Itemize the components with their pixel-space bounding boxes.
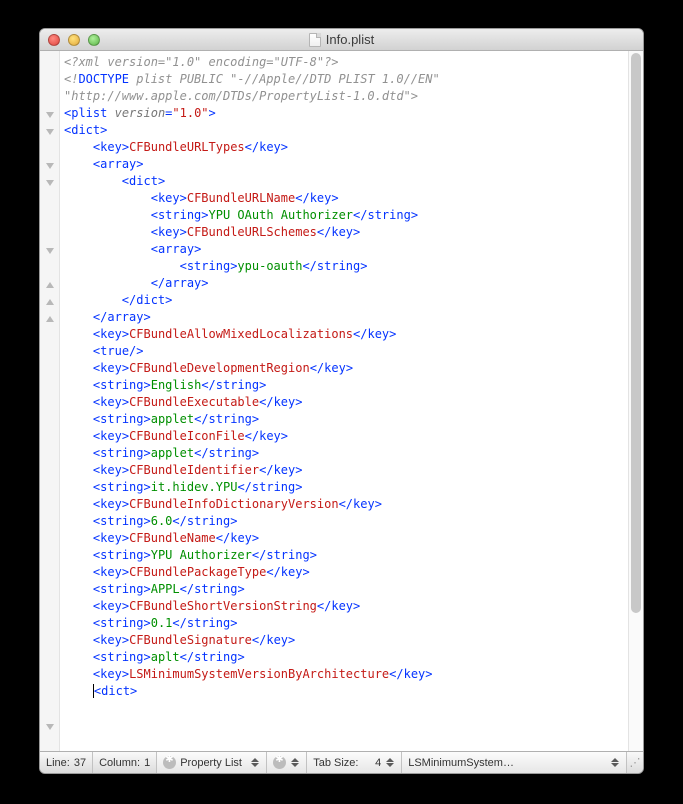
gutter[interactable] (40, 51, 60, 751)
document-icon (309, 33, 321, 47)
traffic-lights (40, 34, 100, 46)
xml-prolog: <?xml version="1.0" encoding="UTF-8"?> (64, 55, 339, 69)
resize-grip[interactable]: ⋰ (627, 752, 643, 773)
fold-icon[interactable] (46, 180, 54, 186)
fold-up-icon[interactable] (46, 316, 54, 322)
zoom-icon[interactable] (88, 34, 100, 46)
vertical-scrollbar[interactable] (628, 51, 643, 751)
symbol-selector[interactable]: LSMinimumSystem… (402, 752, 627, 773)
status-bar: Line: 37 Column: 1 Property List Tab Siz… (40, 751, 643, 773)
close-icon[interactable] (48, 34, 60, 46)
minimize-icon[interactable] (68, 34, 80, 46)
editor-area: <?xml version="1.0" encoding="UTF-8"?> <… (40, 51, 643, 751)
scrollbar-thumb[interactable] (631, 53, 641, 613)
dropdown-arrows-icon (250, 758, 260, 767)
language-selector[interactable]: Property List (157, 752, 267, 773)
tab-size-selector[interactable]: Tab Size: 4 (307, 752, 402, 773)
fold-icon[interactable] (46, 163, 54, 169)
fold-up-icon[interactable] (46, 282, 54, 288)
status-column[interactable]: Column: 1 (93, 752, 157, 773)
status-line[interactable]: Line: 37 (40, 752, 93, 773)
window-title: Info.plist (40, 32, 643, 47)
fold-icon[interactable] (46, 112, 54, 118)
editor-window: Info.plist <?xml version="1.0" encoding (39, 28, 644, 774)
fold-icon[interactable] (46, 724, 54, 730)
dropdown-arrows-icon (610, 758, 620, 767)
gear-icon (273, 756, 286, 769)
fold-icon[interactable] (46, 129, 54, 135)
dropdown-arrows-icon (385, 758, 395, 767)
filename: Info.plist (326, 32, 374, 47)
gear-icon (163, 756, 176, 769)
fold-icon[interactable] (46, 248, 54, 254)
dropdown-arrows-icon (290, 758, 300, 767)
code-view[interactable]: <?xml version="1.0" encoding="UTF-8"?> <… (60, 51, 628, 751)
titlebar[interactable]: Info.plist (40, 29, 643, 51)
fold-up-icon[interactable] (46, 299, 54, 305)
settings-menu[interactable] (267, 752, 307, 773)
